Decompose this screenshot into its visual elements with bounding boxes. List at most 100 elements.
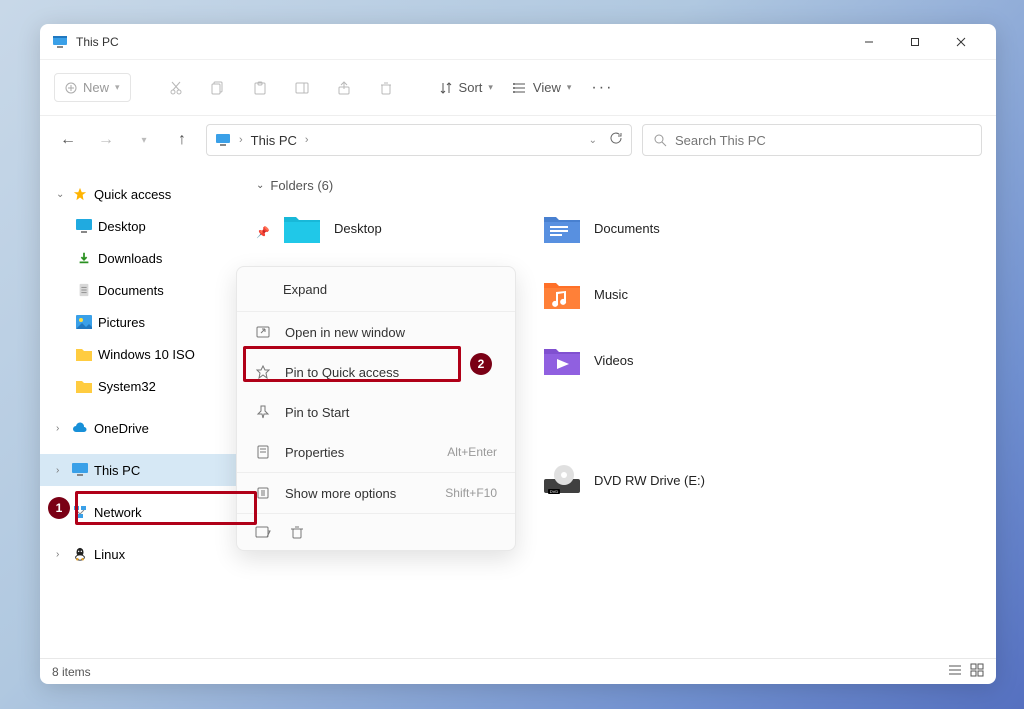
- folder-documents[interactable]: Documents: [536, 207, 796, 249]
- sidebar-item-desktop[interactable]: Desktop: [40, 210, 236, 242]
- view-label: View: [533, 80, 561, 95]
- cut-button[interactable]: [157, 70, 195, 106]
- up-button[interactable]: ↑: [168, 126, 196, 154]
- refresh-button[interactable]: [609, 131, 623, 150]
- share-button[interactable]: [325, 70, 363, 106]
- ctx-show-more[interactable]: Show more options Shift+F10: [237, 473, 515, 513]
- sort-icon: [439, 81, 453, 95]
- details-view-button[interactable]: [948, 663, 962, 680]
- ctx-label: Properties: [285, 445, 344, 460]
- more-icon: [255, 486, 271, 500]
- file-explorer-window: This PC New ▾ Sort ▾ View ▾ ···: [40, 24, 996, 684]
- status-items: 8 items: [52, 665, 91, 679]
- sidebar-network[interactable]: › Network: [40, 496, 236, 528]
- sidebar-item-label: Documents: [98, 283, 164, 298]
- sidebar-quick-access[interactable]: ⌄ Quick access: [40, 178, 236, 210]
- chevron-down-icon: ⌄: [256, 180, 264, 191]
- open-icon[interactable]: [255, 524, 271, 540]
- folder-label: Music: [594, 287, 628, 302]
- ctx-label: Pin to Quick access: [285, 365, 399, 380]
- documents-folder-icon: [544, 213, 580, 243]
- section-label: Folders (6): [270, 178, 333, 193]
- network-icon: [72, 505, 88, 519]
- folder-desktop[interactable]: Desktop: [276, 207, 536, 249]
- search-box[interactable]: [642, 124, 982, 156]
- chevron-right-icon: ›: [239, 134, 243, 146]
- star-icon: [255, 365, 271, 379]
- chevron-right-icon: ›: [305, 134, 309, 146]
- ctx-label: Show more options: [285, 486, 396, 501]
- chevron-right-icon: ›: [56, 549, 66, 560]
- sort-button[interactable]: Sort ▾: [431, 74, 501, 101]
- close-button[interactable]: [938, 24, 984, 60]
- thumbnails-view-button[interactable]: [970, 663, 984, 680]
- navbar: ← → ▾ ↑ › This PC › ⌄: [40, 116, 996, 164]
- sidebar-onedrive[interactable]: › OneDrive: [40, 412, 236, 444]
- sidebar-item-label: Network: [94, 505, 142, 520]
- sidebar-item-label: Linux: [94, 547, 125, 562]
- sidebar-item-label: Pictures: [98, 315, 145, 330]
- sidebar-item-system32[interactable]: System32: [40, 370, 236, 402]
- ctx-pin-quick-access[interactable]: Pin to Quick access: [237, 352, 515, 392]
- copy-button[interactable]: [199, 70, 237, 106]
- rename-button[interactable]: [283, 70, 321, 106]
- star-icon: [72, 187, 88, 201]
- sidebar-item-label: This PC: [94, 463, 140, 478]
- context-menu: Expand Open in new window Pin to Quick a…: [236, 266, 516, 551]
- search-input[interactable]: [675, 133, 971, 148]
- new-label: New: [83, 80, 109, 95]
- videos-folder-icon: [544, 345, 580, 375]
- drive-dvd[interactable]: DVD DVD RW Drive (E:): [536, 459, 796, 501]
- chevron-right-icon: ›: [56, 423, 66, 434]
- chevron-down-icon[interactable]: ⌄: [589, 135, 597, 146]
- sidebar-item-pictures[interactable]: Pictures: [40, 306, 236, 338]
- delete-icon[interactable]: [289, 524, 305, 540]
- ctx-properties[interactable]: Properties Alt+Enter: [237, 432, 515, 472]
- ctx-expand[interactable]: Expand: [237, 267, 515, 311]
- delete-button[interactable]: [367, 70, 405, 106]
- paste-button[interactable]: [241, 70, 279, 106]
- svg-text:DVD: DVD: [550, 489, 559, 494]
- properties-icon: [255, 445, 271, 459]
- ctx-label: Open in new window: [285, 325, 405, 340]
- music-folder-icon: [544, 279, 580, 309]
- sidebar-this-pc[interactable]: › This PC: [40, 454, 236, 486]
- sidebar-item-windows10iso[interactable]: Windows 10 ISO: [40, 338, 236, 370]
- sidebar-item-downloads[interactable]: Downloads: [40, 242, 236, 274]
- sort-label: Sort: [459, 80, 483, 95]
- folder-label: DVD RW Drive (E:): [594, 473, 705, 488]
- more-button[interactable]: ···: [583, 70, 621, 106]
- back-button[interactable]: ←: [54, 126, 82, 154]
- sidebar-item-label: Desktop: [98, 219, 146, 234]
- sidebar: ⌄ Quick access Desktop Downloads Documen…: [40, 164, 236, 658]
- section-header[interactable]: ⌄ Folders (6): [256, 178, 976, 193]
- picture-icon: [76, 315, 92, 329]
- folder-label: Documents: [594, 221, 660, 236]
- address-bar[interactable]: › This PC › ⌄: [206, 124, 632, 156]
- folder-music[interactable]: Music: [536, 273, 796, 315]
- folder-label: Videos: [594, 353, 634, 368]
- chevron-right-icon: ›: [56, 507, 66, 518]
- this-pc-icon: [215, 133, 231, 147]
- toolbar: New ▾ Sort ▾ View ▾ ···: [40, 60, 996, 116]
- new-button[interactable]: New ▾: [54, 73, 131, 102]
- sidebar-linux[interactable]: › Linux: [40, 538, 236, 570]
- chevron-right-icon: ›: [56, 465, 66, 476]
- sidebar-item-label: Downloads: [98, 251, 162, 266]
- dvd-drive-icon: DVD: [544, 465, 580, 495]
- minimize-button[interactable]: [846, 24, 892, 60]
- view-button[interactable]: View ▾: [505, 74, 579, 101]
- sidebar-item-label: System32: [98, 379, 156, 394]
- ctx-open-new-window[interactable]: Open in new window: [237, 312, 515, 352]
- view-icon: [513, 81, 527, 95]
- chevron-down-icon: ⌄: [56, 189, 66, 200]
- forward-button[interactable]: →: [92, 126, 120, 154]
- chevron-down-icon: ▾: [488, 82, 493, 93]
- cloud-icon: [72, 421, 88, 435]
- folder-videos[interactable]: Videos: [536, 339, 796, 381]
- maximize-button[interactable]: [892, 24, 938, 60]
- recent-dropdown[interactable]: ▾: [130, 126, 158, 154]
- ctx-pin-start[interactable]: Pin to Start: [237, 392, 515, 432]
- sidebar-item-documents[interactable]: Documents: [40, 274, 236, 306]
- ctx-shortcut: Shift+F10: [445, 486, 497, 500]
